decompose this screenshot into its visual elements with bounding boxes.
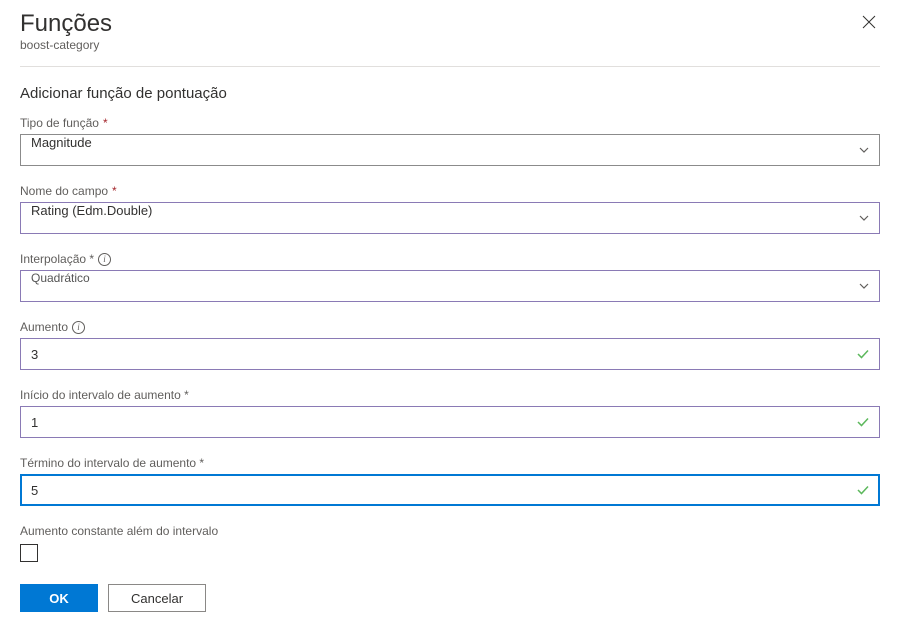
info-icon[interactable]: i bbox=[72, 321, 85, 334]
field-name-label-text: Nome do campo bbox=[20, 184, 108, 198]
field-field-name: Nome do campo * Rating (Edm.Double) bbox=[20, 184, 880, 234]
function-type-value: Magnitude bbox=[20, 134, 880, 166]
range-start-label: Início do intervalo de aumento * bbox=[20, 388, 880, 402]
section-title: Adicionar função de pontuação bbox=[20, 85, 880, 102]
interpolation-label-text: Interpolação * bbox=[20, 252, 94, 266]
field-function-type: Tipo de função * Magnitude bbox=[20, 116, 880, 166]
field-range-start: Início do intervalo de aumento * bbox=[20, 388, 880, 438]
required-asterisk: * bbox=[112, 184, 117, 198]
function-type-label: Tipo de função * bbox=[20, 116, 880, 130]
boost-input[interactable] bbox=[20, 338, 880, 370]
field-name-select[interactable]: Rating (Edm.Double) bbox=[20, 202, 880, 234]
constant-boost-checkbox[interactable] bbox=[20, 544, 38, 562]
boost-label: Aumento i bbox=[20, 320, 880, 334]
field-name-label: Nome do campo * bbox=[20, 184, 880, 198]
field-constant-boost: Aumento constante além do intervalo bbox=[20, 524, 880, 562]
cancel-button[interactable]: Cancelar bbox=[108, 584, 206, 612]
field-interpolation: Interpolação * i Quadrático bbox=[20, 252, 880, 302]
button-row: OK Cancelar bbox=[20, 584, 880, 612]
boost-label-text: Aumento bbox=[20, 320, 68, 334]
interpolation-select[interactable]: Quadrático bbox=[20, 270, 880, 302]
ok-button[interactable]: OK bbox=[20, 584, 98, 612]
range-start-input[interactable] bbox=[20, 406, 880, 438]
function-type-select[interactable]: Magnitude bbox=[20, 134, 880, 166]
function-type-label-text: Tipo de função bbox=[20, 116, 99, 130]
page-title: Funções bbox=[20, 10, 858, 38]
field-range-end: Término do intervalo de aumento * bbox=[20, 456, 880, 506]
page-subtitle: boost-category bbox=[20, 38, 858, 52]
range-end-label: Término do intervalo de aumento * bbox=[20, 456, 880, 470]
range-end-input[interactable] bbox=[20, 474, 880, 506]
range-end-input-wrapper bbox=[20, 474, 880, 506]
divider bbox=[20, 66, 880, 67]
field-name-value: Rating (Edm.Double) bbox=[20, 202, 880, 234]
close-icon[interactable] bbox=[858, 10, 880, 36]
constant-boost-label: Aumento constante além do intervalo bbox=[20, 524, 880, 538]
info-icon[interactable]: i bbox=[98, 253, 111, 266]
interpolation-value: Quadrático bbox=[20, 270, 880, 302]
interpolation-label: Interpolação * i bbox=[20, 252, 880, 266]
boost-input-wrapper bbox=[20, 338, 880, 370]
panel-header: Funções boost-category bbox=[20, 10, 880, 60]
required-asterisk: * bbox=[103, 116, 108, 130]
field-boost: Aumento i bbox=[20, 320, 880, 370]
range-start-input-wrapper bbox=[20, 406, 880, 438]
